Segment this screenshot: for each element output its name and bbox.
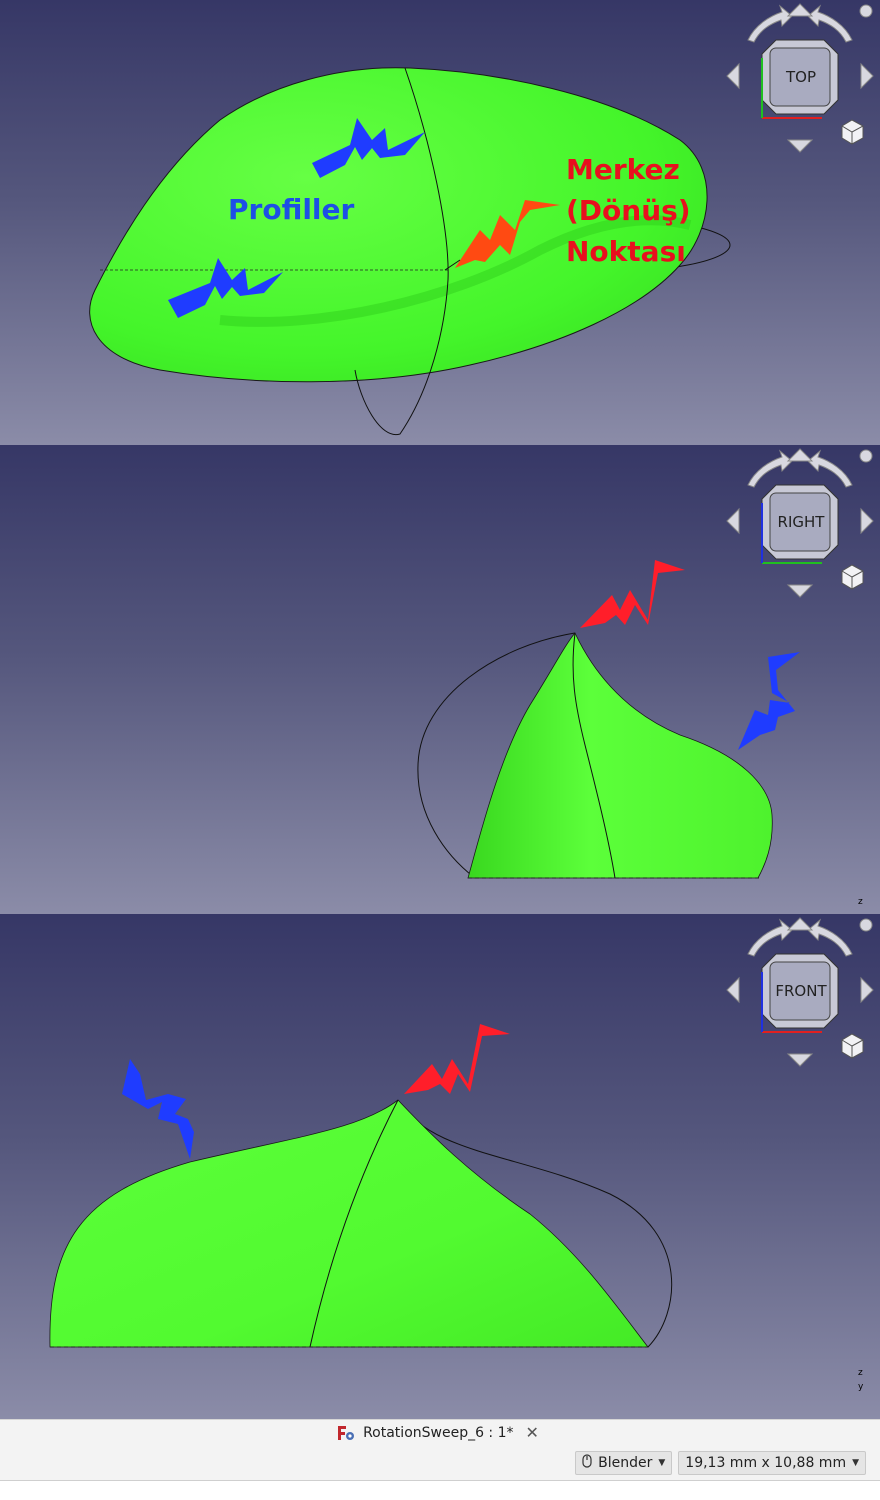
navigation-cube[interactable] xyxy=(0,0,880,160)
rotate-right-arrow-icon xyxy=(807,918,853,957)
view-menu-icon xyxy=(859,4,873,18)
close-icon[interactable]: ✕ xyxy=(522,1423,543,1442)
view-down-arrow-icon xyxy=(786,1053,814,1067)
rotate-right-arrow-icon xyxy=(807,4,853,43)
chevron-down-icon: ▼ xyxy=(852,1457,859,1468)
view-up-arrow-icon xyxy=(786,917,814,931)
navigation-cube[interactable] xyxy=(0,914,880,1074)
navigation-style-button[interactable]: Blender ▼ xyxy=(575,1450,673,1475)
document-tab[interactable]: RotationSweep_6 : 1* ✕ xyxy=(331,1421,549,1444)
axis-z-label: z xyxy=(858,897,863,907)
chevron-down-icon: ▼ xyxy=(658,1457,666,1468)
annotation-profiles: Profiller xyxy=(228,193,355,226)
navigation-cube[interactable] xyxy=(0,445,880,605)
dimensions-button[interactable]: 19,13 mm x 10,88 mm ▼ xyxy=(678,1450,866,1475)
freecad-document-icon xyxy=(337,1425,355,1441)
view-right-arrow-icon xyxy=(860,976,874,1004)
axis-y-label: y xyxy=(858,1382,864,1392)
cube-face-label[interactable]: RIGHT xyxy=(770,491,832,553)
status-bar: Blender ▼ 19,13 mm x 10,88 mm ▼ xyxy=(0,1445,880,1481)
view-up-arrow-icon xyxy=(786,3,814,17)
viewport-right-view[interactable]: RIGHT z xyxy=(0,445,880,914)
rotate-left-arrow-icon xyxy=(747,4,793,43)
view-menu-icon xyxy=(859,918,873,932)
viewport-top-view[interactable]: Profiller Merkez (Dönüş) Noktası TOP xyxy=(0,0,880,445)
navigation-style-label: Blender xyxy=(598,1454,653,1471)
view-right-arrow-icon xyxy=(860,62,874,90)
window-bottom-edge xyxy=(0,1481,880,1500)
view-up-arrow-icon xyxy=(786,448,814,462)
view-left-arrow-icon xyxy=(726,507,740,535)
view-right-arrow-icon xyxy=(860,507,874,535)
profile-arrow xyxy=(738,652,800,750)
annotation-center-line2: (Dönüş) xyxy=(566,194,691,227)
viewport-front-view[interactable]: FRONT z y xyxy=(0,914,880,1419)
view-menu-icon xyxy=(859,449,873,463)
dimensions-label: 19,13 mm x 10,88 mm xyxy=(685,1454,847,1471)
rotate-right-arrow-icon xyxy=(807,449,853,488)
annotation-center-line3: Noktası xyxy=(566,235,686,268)
document-tab-title: RotationSweep_6 : 1* xyxy=(363,1424,514,1441)
view-left-arrow-icon xyxy=(726,976,740,1004)
view-left-arrow-icon xyxy=(726,62,740,90)
cube-face-label[interactable]: FRONT xyxy=(770,960,832,1022)
rotate-left-arrow-icon xyxy=(747,449,793,488)
rotate-left-arrow-icon xyxy=(747,918,793,957)
view-down-arrow-icon xyxy=(786,584,814,598)
document-tab-bar: RotationSweep_6 : 1* ✕ xyxy=(0,1419,880,1445)
mouse-icon xyxy=(582,1453,592,1472)
cube-face-label[interactable]: TOP xyxy=(770,46,832,108)
axis-z-label: z xyxy=(858,1368,863,1378)
profile-arrow xyxy=(122,1059,194,1159)
sweep-surface xyxy=(467,632,773,879)
sweep-surface xyxy=(49,1099,649,1348)
view-down-arrow-icon xyxy=(786,139,814,153)
